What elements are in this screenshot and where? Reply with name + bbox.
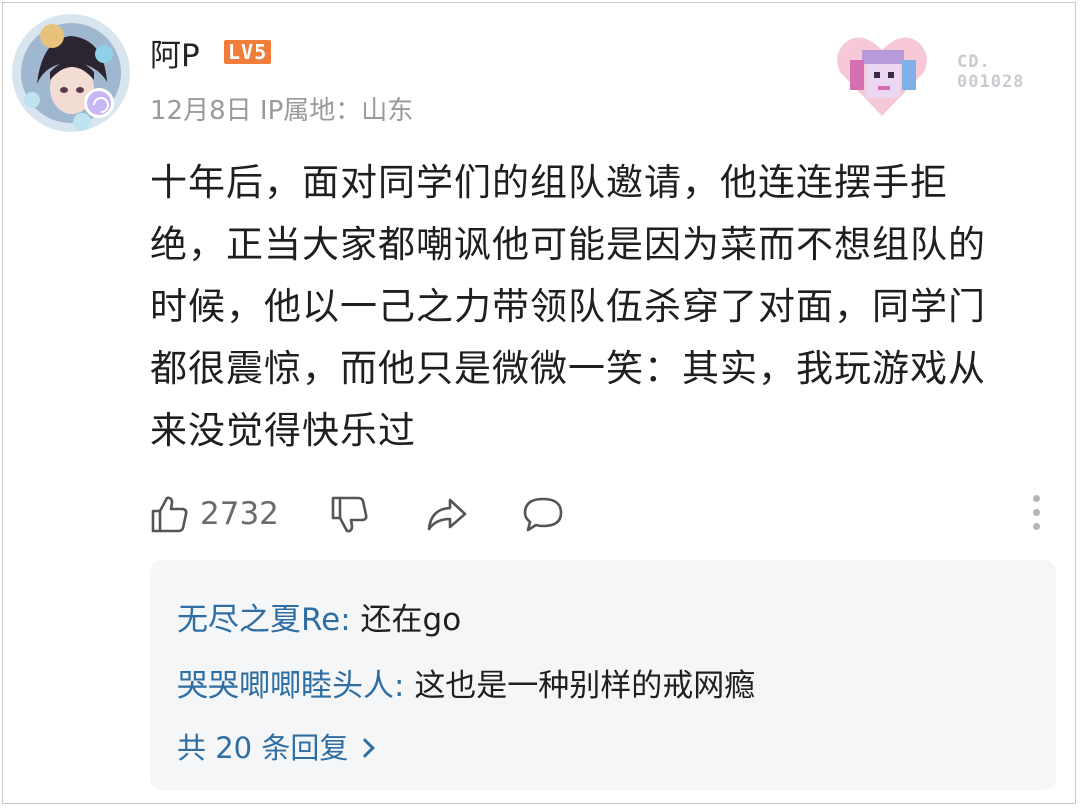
reply-preview-panel[interactable]: 无尽之夏Re: 还在go 哭哭唧唧睦头人: 这也是一种别样的戒网瘾 共 20 条… bbox=[150, 560, 1056, 790]
level-badge: LV5 bbox=[224, 40, 272, 64]
avatar[interactable] bbox=[12, 14, 130, 132]
comment-body: 十年后，面对同学们的组队邀请，他连连摆手拒 绝，正当大家都嘲讽他可能是因为菜而不… bbox=[150, 152, 1040, 462]
reply-text: 还在go bbox=[360, 602, 462, 638]
thumbs-up-icon bbox=[151, 496, 188, 533]
reply-username[interactable]: 哭哭唧唧睦头人 bbox=[177, 668, 394, 704]
comment-line: 时候，他以一己之力带领队伍杀穿了对面，同学门 bbox=[150, 285, 986, 328]
comment-bubble-icon bbox=[523, 497, 563, 532]
comment-line: 都很震惊，而他只是微微一笑：其实，我玩游戏从 bbox=[150, 347, 986, 390]
share-button[interactable] bbox=[426, 488, 468, 540]
dislike-button[interactable] bbox=[330, 488, 370, 540]
action-bar: 2732 bbox=[150, 488, 1050, 540]
comment-meta: 12月8日 IP属地：山东 bbox=[150, 90, 413, 127]
avatar-image bbox=[12, 14, 130, 132]
fan-number: CD. 001028 bbox=[957, 52, 1025, 92]
reply-text: 这也是一种别样的戒网瘾 bbox=[414, 668, 756, 704]
comment-line: 来没觉得快乐过 bbox=[150, 409, 416, 452]
thumbs-down-icon bbox=[331, 496, 368, 533]
username[interactable]: 阿P bbox=[150, 30, 200, 75]
like-count: 2732 bbox=[200, 496, 279, 532]
reply-item[interactable]: 哭哭唧唧睦头人: 这也是一种别样的戒网瘾 bbox=[177, 660, 755, 705]
fan-decoration-icon bbox=[837, 37, 927, 116]
comment-line: 十年后，面对同学们的组队邀请，他连连摆手拒 bbox=[150, 161, 948, 204]
more-vertical-icon[interactable] bbox=[1030, 495, 1042, 535]
like-button[interactable]: 2732 bbox=[150, 488, 279, 540]
view-all-replies-label: 共 20 条回复 bbox=[177, 731, 349, 765]
ip-location: IP属地：山东 bbox=[259, 96, 414, 126]
chevron-right-icon bbox=[355, 738, 376, 758]
reply-separator: : bbox=[394, 668, 415, 704]
verified-badge-icon bbox=[84, 88, 114, 118]
reply-username[interactable]: 无尽之夏 bbox=[177, 602, 301, 638]
share-icon bbox=[427, 498, 467, 531]
comment-line: 绝，正当大家都嘲讽他可能是因为菜而不想组队的 bbox=[150, 223, 986, 266]
comment-date: 12月8日 bbox=[150, 96, 252, 126]
reply-separator: Re: bbox=[301, 602, 361, 638]
reply-button[interactable] bbox=[522, 488, 564, 540]
reply-item[interactable]: 无尽之夏Re: 还在go bbox=[177, 594, 461, 639]
view-all-replies-link[interactable]: 共 20 条回复 bbox=[177, 725, 376, 767]
